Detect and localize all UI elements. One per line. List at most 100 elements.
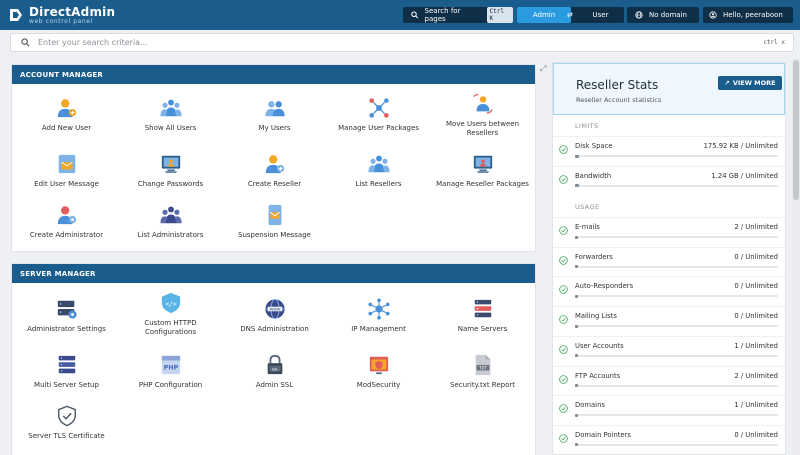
logo[interactable]: DirectAdmin web control panel [8, 3, 115, 27]
reseller-packages-icon [473, 155, 492, 173]
user-message-icon [58, 154, 75, 174]
stat-label: E-mails [575, 223, 600, 231]
security-txt-icon: TXT [475, 354, 490, 376]
tile-custom-httpd-configurations[interactable]: </> Custom HTTPD Configurations [118, 292, 223, 338]
page-scrollbar-thumb[interactable] [793, 60, 799, 200]
domain-selector-label: No domain [649, 11, 687, 19]
tile-security-txt-report[interactable]: TXT Security.txt Report [430, 354, 535, 390]
role-toggle[interactable]: Admin ⇄ User [517, 7, 624, 23]
tile-create-administrator[interactable]: Create Administrator [14, 204, 119, 240]
tile-ip-management[interactable]: IP Management [326, 298, 431, 334]
tile-edit-user-message[interactable]: Edit User Message [14, 153, 119, 189]
search-pages-label: Search for pages [424, 7, 461, 23]
httpd-config-icon: </> [161, 292, 180, 314]
tile-manage-reseller-packages[interactable]: Manage Reseller Packages [430, 153, 535, 189]
tile-php-configuration[interactable]: PHP PHP Configuration [118, 354, 223, 390]
stat-label: Mailing Lists [575, 312, 617, 321]
ssl-lock-icon: SSL [267, 354, 282, 375]
expand-collapse-icon[interactable]: ⤢ [540, 64, 546, 74]
tile-show-all-users[interactable]: Show All Users [118, 97, 223, 133]
tile-multi-server-setup[interactable]: Multi Server Setup [14, 354, 119, 390]
stat-progress-track [575, 354, 778, 358]
stat-label: User Accounts [575, 341, 624, 350]
tile-dns-administration[interactable]: WWW DNS Administration [222, 298, 327, 334]
check-circle-icon [559, 145, 568, 154]
change-password-icon [161, 155, 180, 173]
tile-manage-user-packages[interactable]: Manage User Packages [326, 97, 431, 133]
tile-add-new-user[interactable]: Add New User [14, 97, 119, 133]
suspension-message-icon [268, 204, 281, 226]
tls-shield-icon [57, 405, 76, 427]
stat-value: 0 / Unlimited [734, 282, 778, 291]
tile-label: Security.txt Report [449, 381, 516, 389]
search-pages-button[interactable]: Search for pages Ctrl K [403, 7, 513, 23]
view-more-button[interactable]: ↗ VIEW MORE [718, 76, 782, 90]
name-servers-icon [474, 299, 491, 318]
stat-label: Forwarders [575, 252, 613, 261]
stat-progress-track [575, 384, 778, 387]
stat-progress-track [575, 184, 778, 188]
tile-label: Suspension Message [238, 231, 311, 239]
svg-text:PHP: PHP [163, 364, 178, 372]
tile-label: List Resellers [355, 180, 402, 188]
user-menu[interactable]: Hello, peeraboon [703, 7, 793, 23]
search-icon [411, 11, 419, 19]
tile-suspension-message[interactable]: Suspension Message [222, 204, 327, 240]
check-circle-icon [559, 226, 568, 235]
stat-value: 0 / Unlimited [734, 312, 778, 321]
reseller-stats-subtitle: Reseller Account statistics [576, 96, 662, 104]
tile-administrator-settings[interactable]: Administrator Settings [14, 298, 119, 334]
stat-value: 175.92 KB / Unlimited [703, 142, 778, 150]
stat-progress-fill [575, 354, 579, 358]
tile-label: PHP Configuration [138, 381, 203, 389]
search-bar: ctrl x [10, 33, 794, 52]
tile-list-resellers[interactable]: List Resellers [326, 153, 431, 189]
tile-server-tls-certificate[interactable]: Server TLS Certificate [14, 405, 119, 441]
stat-value: 0 / Unlimited [734, 252, 778, 261]
tile-name-servers[interactable]: Name Servers [430, 298, 535, 334]
tile-change-passwords[interactable]: Change Passwords [118, 153, 223, 189]
top-header: DirectAdmin web control panel Search for… [0, 0, 800, 30]
stat-value: 2 / Unlimited [734, 223, 778, 231]
users-group-icon [159, 99, 182, 117]
server-manager-title: SERVER MANAGER [12, 264, 535, 283]
stat-row: Domains 1 / Unlimited [553, 395, 785, 425]
tile-list-administrators[interactable]: List Administrators [118, 204, 223, 240]
svg-text:TXT: TXT [478, 365, 487, 370]
domain-selector[interactable]: No domain [627, 7, 699, 23]
logo-subtitle: web control panel [29, 17, 93, 25]
check-circle-icon [559, 434, 568, 443]
tile-label: Admin SSL [255, 381, 294, 389]
stat-row: FTP Accounts 2 / Unlimited [553, 365, 785, 396]
create-admin-icon [57, 206, 76, 225]
tile-label: Move Users between Resellers [445, 120, 520, 138]
tile-admin-ssl[interactable]: SSL Admin SSL [222, 354, 327, 390]
tile-label: Multi Server Setup [34, 381, 99, 389]
stat-value: 2 / Unlimited [734, 371, 778, 380]
tile-move-users-between-resellers[interactable]: Move Users between Resellers [430, 93, 535, 139]
stat-row: E-mails 2 / Unlimited [553, 217, 785, 247]
check-circle-icon [559, 404, 568, 413]
account-manager-title: ACCOUNT MANAGER [12, 65, 535, 84]
tile-modsecurity[interactable]: ModSecurity [326, 354, 431, 390]
user-settings-icon [709, 11, 717, 19]
stat-row: Auto-Responders 0 / Unlimited [553, 276, 785, 306]
role-admin-tab[interactable]: Admin [517, 7, 571, 23]
dns-icon: WWW [264, 298, 285, 320]
search-input[interactable] [38, 38, 738, 47]
ip-management-icon [367, 298, 390, 320]
tile-label: Administrator Settings [27, 325, 106, 333]
tile-create-reseller[interactable]: Create Reseller [222, 153, 327, 189]
role-user-tab[interactable]: User [577, 7, 624, 23]
php-icon: PHP [161, 355, 180, 375]
users-icon [264, 101, 285, 117]
reseller-stats-header: Reseller Stats Reseller Account statisti… [553, 63, 785, 115]
logo-title: DirectAdmin [29, 4, 116, 19]
view-more-label: VIEW MORE [732, 79, 776, 87]
search-pages-shortcut: Ctrl K [486, 7, 513, 23]
tile-label: DNS Administration [240, 325, 309, 333]
tile-my-users[interactable]: My Users [222, 97, 327, 133]
stat-progress-track [575, 443, 778, 447]
tile-label: Create Administrator [29, 231, 104, 239]
user-greeting: Hello, peeraboon [723, 11, 783, 19]
